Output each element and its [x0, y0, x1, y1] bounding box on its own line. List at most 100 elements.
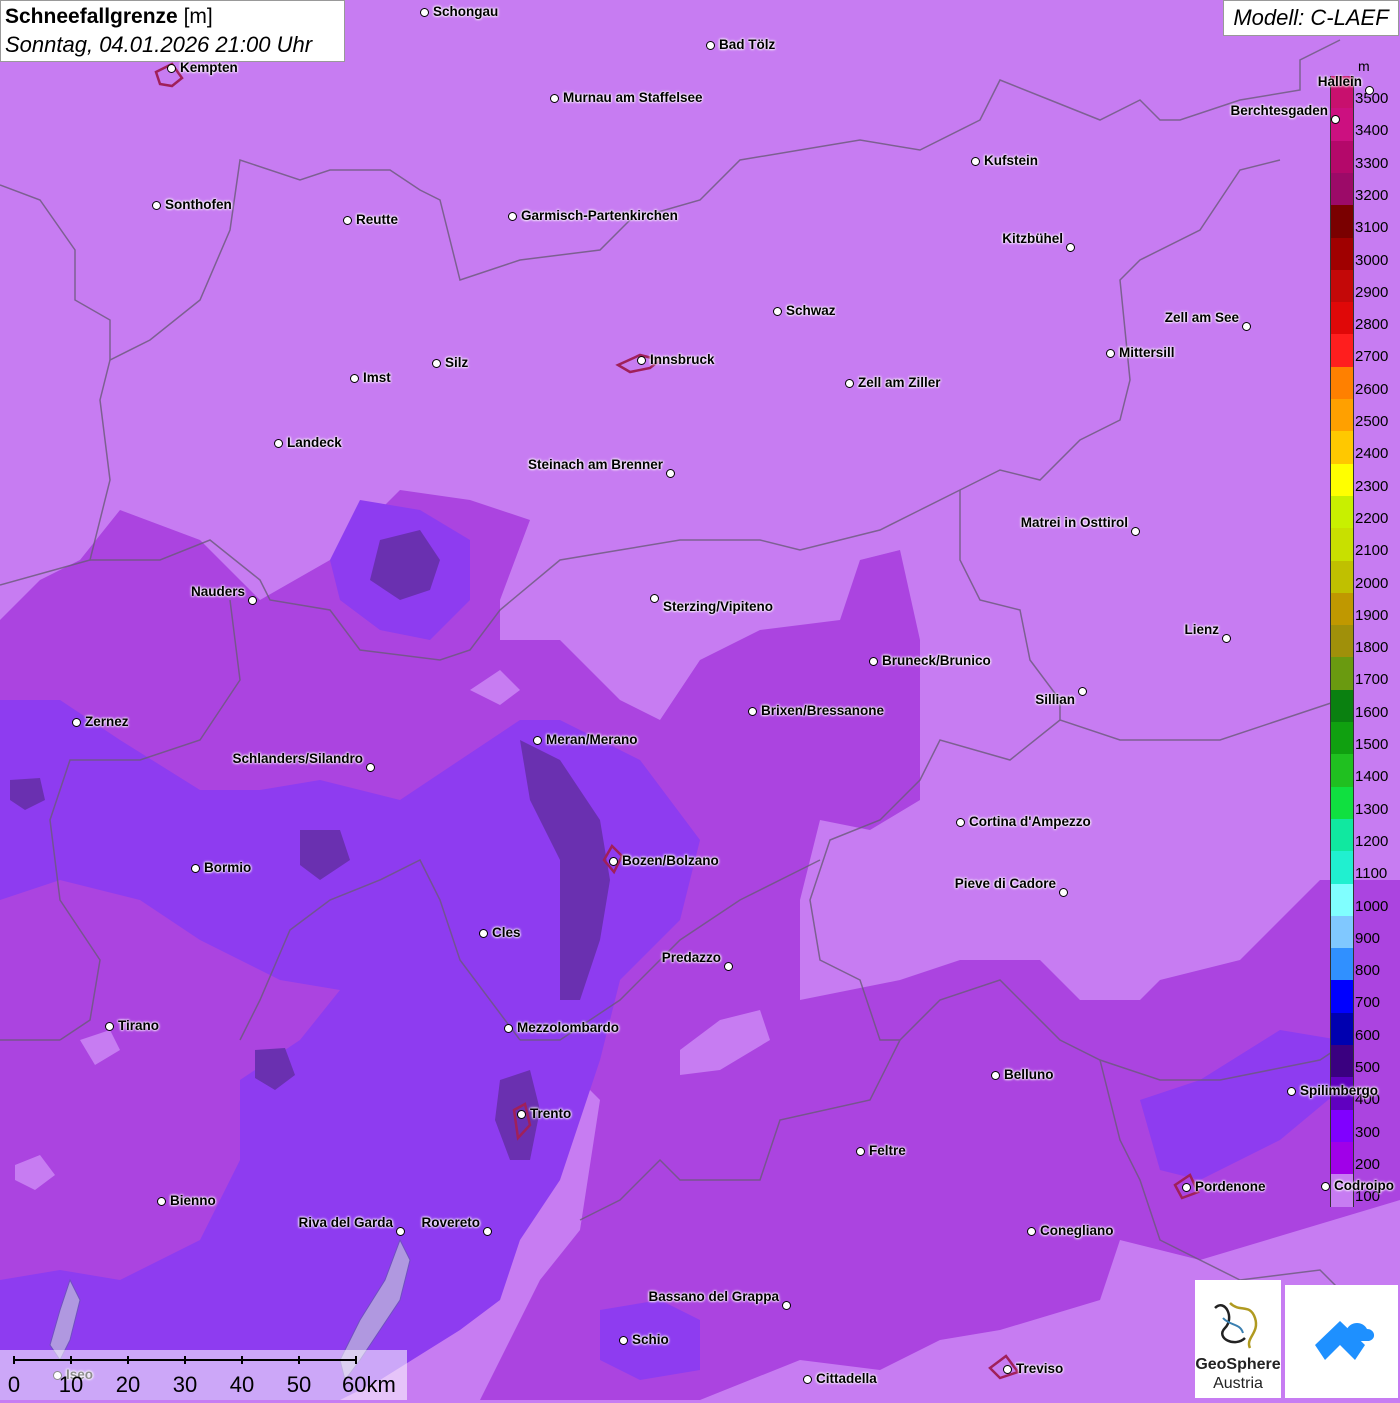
city-label: Rovereto	[421, 1215, 480, 1230]
legend-label: 2900	[1355, 283, 1389, 301]
city-marker	[366, 763, 375, 772]
legend-swatch	[1330, 786, 1354, 820]
legend-swatch	[1330, 366, 1354, 400]
city-label: Lienz	[1184, 622, 1219, 637]
city-label: Imst	[363, 370, 391, 385]
map-title: Schneefallgrenze	[5, 5, 178, 28]
logo-line1: GeoSphere	[1195, 1356, 1281, 1373]
city-label: Bienno	[170, 1193, 216, 1208]
city-marker	[1066, 243, 1075, 252]
city-label: Kempten	[180, 60, 238, 75]
city-label: Zell am See	[1164, 310, 1239, 325]
legend-label: 600	[1355, 1026, 1381, 1044]
city-label: Schwaz	[786, 303, 836, 318]
legend-swatch	[1330, 237, 1354, 271]
city-marker	[1078, 687, 1087, 696]
legend-swatch	[1330, 172, 1354, 206]
city-marker	[1027, 1227, 1036, 1236]
map-unit: [m]	[183, 5, 213, 28]
city-marker	[1106, 349, 1115, 358]
city-label: Tirano	[118, 1018, 160, 1033]
city-marker	[773, 307, 782, 316]
city-label: Sonthofen	[165, 197, 232, 212]
legend-swatch	[1330, 269, 1354, 303]
city-label: Mezzolombardo	[517, 1020, 620, 1035]
city-label: Sillian	[1035, 692, 1075, 707]
legend-swatch	[1330, 722, 1354, 755]
city-label: Mittersill	[1119, 345, 1175, 360]
city-marker	[1331, 115, 1340, 124]
legend-swatch	[1330, 592, 1354, 626]
city-marker	[991, 1071, 1000, 1080]
city-marker	[1222, 634, 1231, 643]
city-label: Belluno	[1004, 1067, 1054, 1082]
city-marker	[706, 41, 715, 50]
legend-swatch	[1330, 818, 1354, 852]
legend-swatch	[1330, 108, 1354, 142]
model-label: Modell: C-LAEF	[1223, 0, 1399, 36]
city-marker	[1242, 322, 1251, 331]
city-label: Bassano del Grappa	[648, 1289, 779, 1304]
legend-swatch	[1330, 689, 1354, 723]
legend-label: 3300	[1355, 154, 1389, 172]
city-label: Murnau am Staffelsee	[563, 90, 703, 105]
legend-label: 700	[1355, 994, 1381, 1012]
city-marker	[508, 212, 517, 221]
city-label: Kufstein	[984, 153, 1038, 168]
legend-swatch	[1330, 495, 1354, 529]
city-label: Hallein	[1317, 74, 1362, 89]
scale-tick-label: 10	[58, 1372, 84, 1397]
legend-swatch	[1330, 625, 1354, 658]
legend-label: 2300	[1355, 477, 1389, 495]
geosphere-icon	[1214, 1302, 1258, 1349]
city-label: Zell am Ziller	[858, 375, 941, 390]
cloud-arrow-icon	[1315, 1321, 1375, 1360]
legend-swatch	[1330, 463, 1354, 497]
legend-label: 2500	[1355, 413, 1389, 430]
city-marker	[1131, 527, 1140, 536]
city-marker	[550, 94, 559, 103]
city-marker	[724, 962, 733, 971]
city-label: Codroipo	[1334, 1178, 1394, 1193]
scale-tick-label: 0	[7, 1372, 21, 1397]
legend-swatch	[1330, 560, 1354, 594]
city-label: Berchtesgaden	[1230, 103, 1328, 118]
city-label: Pordenone	[1195, 1179, 1266, 1194]
city-marker	[845, 379, 854, 388]
legend-swatch	[1330, 754, 1354, 788]
city-marker	[971, 157, 980, 166]
city-label: Riva del Garda	[298, 1215, 393, 1230]
legend-label: 1500	[1355, 736, 1389, 753]
legend-label: 2000	[1355, 574, 1389, 592]
city-label: Landeck	[287, 435, 342, 450]
legend-label: 3400	[1355, 122, 1389, 140]
legend-label: 800	[1355, 962, 1381, 980]
legend-label: 1600	[1355, 703, 1389, 721]
city-marker	[609, 857, 618, 866]
legend-swatch	[1330, 980, 1354, 1014]
city-label: Reutte	[356, 212, 399, 227]
city-marker	[504, 1024, 513, 1033]
legend-unit: m	[1358, 58, 1370, 74]
legend-label: 500	[1355, 1059, 1381, 1076]
city-label: Treviso	[1016, 1361, 1064, 1376]
city-marker	[1003, 1365, 1012, 1374]
city-marker	[856, 1147, 865, 1156]
city-marker	[157, 1197, 166, 1206]
legend-label: 1200	[1355, 832, 1389, 850]
city-label: Zernez	[85, 714, 129, 729]
legend-label: 3100	[1355, 219, 1389, 237]
city-marker	[248, 596, 257, 605]
city-label: Bad Tölz	[719, 37, 776, 52]
city-marker	[666, 469, 675, 478]
city-label: Predazzo	[661, 950, 721, 965]
city-label: Silz	[445, 355, 469, 370]
city-label: Feltre	[869, 1143, 906, 1158]
city-label: Innsbruck	[650, 352, 715, 367]
map-title-box: Schneefallgrenze [m] Sonntag, 04.01.2026…	[0, 0, 345, 62]
legend-swatch	[1330, 851, 1354, 884]
logo-line2: Austria	[1213, 1375, 1263, 1392]
city-marker	[350, 374, 359, 383]
legend-swatch	[1330, 205, 1354, 238]
scale-tick-label: 60km	[342, 1372, 396, 1397]
